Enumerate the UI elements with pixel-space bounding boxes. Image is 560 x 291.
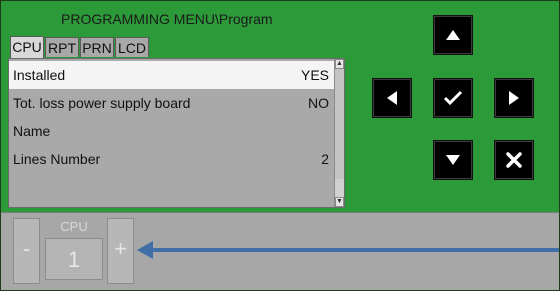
stepper-label: CPU	[60, 219, 88, 234]
tab-prn[interactable]: PRN	[80, 37, 114, 57]
list-item[interactable]: Tot. loss power supply board NO	[9, 89, 335, 117]
cancel-button[interactable]	[494, 140, 534, 180]
list-item-label: Tot. loss power supply board	[13, 95, 191, 111]
list-scrollbar[interactable]: ▲ ▼	[334, 59, 344, 207]
programming-screen: PROGRAMMING MENU\Program CPU RPT PRN LCD…	[0, 0, 560, 291]
list-item-label: Installed	[13, 67, 66, 83]
arrow-right-icon	[509, 91, 519, 105]
arrow-left-indicator-icon	[137, 241, 559, 259]
list-item-value: YES	[300, 67, 329, 83]
list-item-label: Name	[13, 123, 51, 139]
list-item[interactable]: Name	[9, 117, 335, 145]
arrow-up-icon	[446, 30, 460, 40]
up-button[interactable]	[433, 15, 473, 55]
decrement-button[interactable]: -	[13, 218, 40, 284]
confirm-button[interactable]	[433, 78, 473, 118]
page-title: PROGRAMMING MENU\Program	[61, 11, 273, 27]
checkmark-icon	[443, 90, 463, 106]
left-button[interactable]	[372, 78, 412, 118]
down-button[interactable]	[433, 140, 473, 180]
right-button[interactable]	[494, 78, 534, 118]
stepper-value[interactable]: 1	[45, 238, 103, 280]
arrow-down-icon	[446, 155, 460, 165]
list-item-label: Lines Number	[13, 151, 101, 167]
increment-button[interactable]: +	[107, 218, 134, 284]
scroll-up-icon[interactable]: ▲	[335, 59, 344, 69]
tab-rpt[interactable]: RPT	[45, 37, 79, 57]
list-item-value: NO	[308, 95, 329, 111]
tab-lcd[interactable]: LCD	[115, 37, 149, 57]
scroll-down-icon[interactable]: ▼	[335, 197, 344, 207]
bottom-bar: - CPU 1 +	[1, 212, 559, 290]
x-cancel-icon	[506, 152, 522, 168]
list-item-value: 2	[321, 151, 329, 167]
settings-list: Installed YES Tot. loss power supply boa…	[8, 58, 345, 208]
scroll-thumb[interactable]	[335, 69, 344, 179]
list-item[interactable]: Installed YES	[9, 61, 335, 89]
tab-cpu[interactable]: CPU	[10, 36, 44, 60]
arrow-left-icon	[387, 91, 397, 105]
list-item[interactable]: Lines Number 2	[9, 145, 335, 173]
